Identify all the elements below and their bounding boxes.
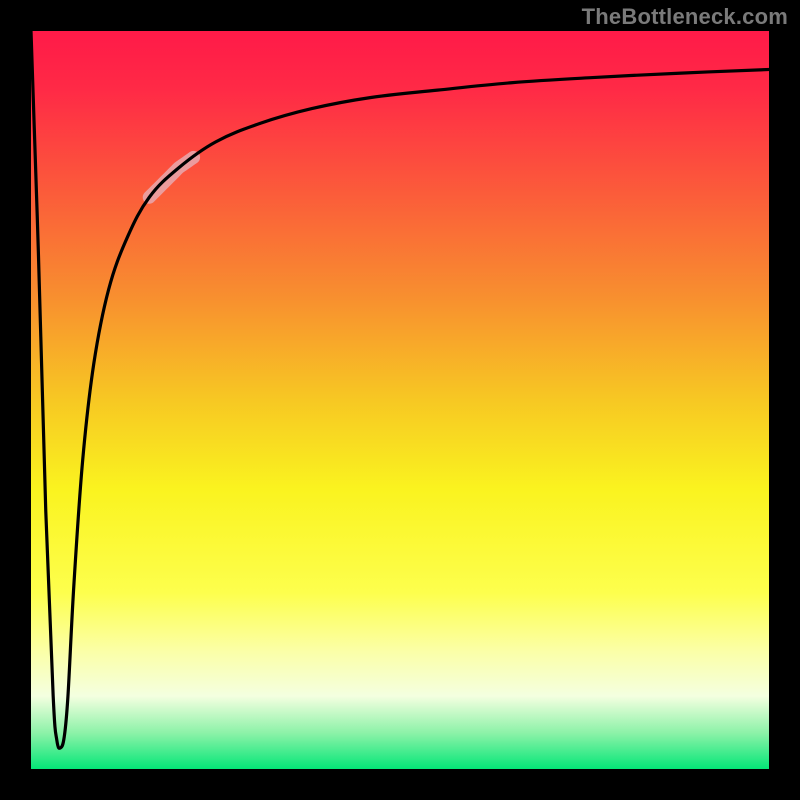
plot-background <box>31 31 770 770</box>
watermark-text: TheBottleneck.com <box>582 4 788 30</box>
chart-container: TheBottleneck.com <box>0 0 800 800</box>
bottleneck-chart <box>0 0 800 800</box>
